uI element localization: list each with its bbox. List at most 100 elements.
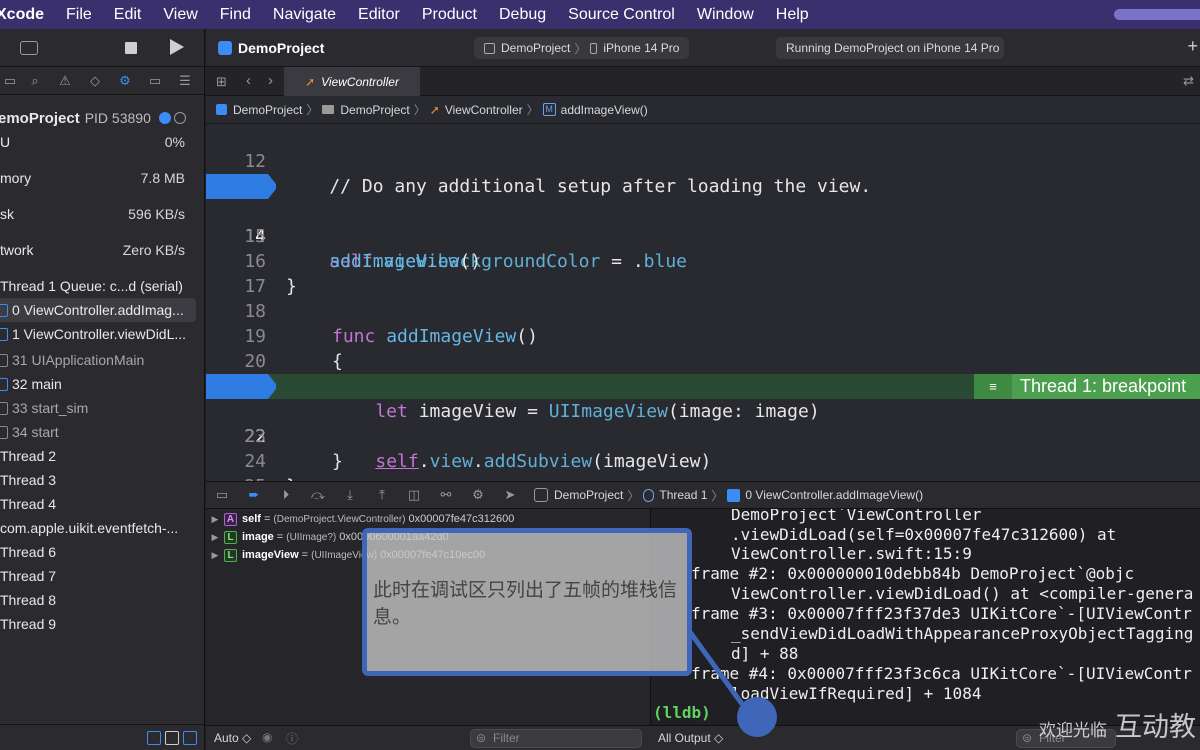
argument-badge: A (224, 512, 237, 526)
gauge-disk[interactable]: sk 596 KB/s (0, 202, 204, 226)
grid-icon[interactable]: ⊞ (216, 74, 227, 90)
code-line[interactable]: 13 (206, 149, 1200, 197)
search-navigator-icon[interactable]: ⌕ (20, 67, 50, 95)
code-line[interactable]: 19 { (206, 299, 1200, 372)
test-navigator-icon[interactable]: ◇ (80, 67, 110, 95)
step-over-icon[interactable]: ⤼ (302, 481, 334, 509)
code-line[interactable]: 16 } (206, 224, 1200, 297)
menu-editor[interactable]: Editor (347, 6, 411, 24)
thread-row[interactable]: Thread 6 (0, 540, 204, 564)
menu-window[interactable]: Window (686, 6, 765, 24)
gauge-memory[interactable]: mory 7.8 MB (0, 166, 204, 190)
stack-frame-31[interactable]: 31 UIApplicationMain (0, 348, 204, 372)
stack-frame-0[interactable]: 0 ViewController.addImag... (0, 298, 196, 322)
report-navigator-icon[interactable]: ☰ (170, 67, 200, 95)
debug-crumb-project[interactable]: DemoProject (554, 488, 623, 502)
refresh-icon[interactable]: ⇄ (1183, 73, 1194, 89)
hide-debug-area-icon[interactable]: ▭ (206, 481, 238, 509)
code-line-current[interactable]: 22 self.view.addSubview(imageView) ≡ Thr… (206, 374, 1200, 472)
thread-row[interactable]: com.apple.uikit.eventfetch-... (0, 516, 204, 540)
gauge-icon[interactable] (173, 112, 186, 124)
thread-row[interactable]: Thread 8 (0, 588, 204, 612)
code-line-breakpoint[interactable]: 14 self.view.backgroundColor = .blue (206, 174, 1200, 272)
debug-navigator-icon[interactable]: ⚙ (110, 67, 140, 95)
code-line[interactable]: 12 // Do any additional setup after load… (206, 124, 1200, 197)
menu-view[interactable]: View (152, 6, 208, 24)
view-hierarchy-icon[interactable]: ◫ (398, 481, 430, 509)
jump-file[interactable]: ViewController (445, 103, 523, 117)
breakpoint-marker[interactable] (206, 174, 276, 199)
stack-frame-1[interactable]: 1 ViewController.viewDidL... (0, 322, 204, 346)
issue-navigator-icon[interactable]: ⚠ (50, 67, 80, 95)
add-icon[interactable]: + (1187, 36, 1198, 57)
filter-toggle-icon[interactable] (147, 731, 161, 745)
thread-row[interactable]: Thread 4 (0, 492, 204, 516)
menu-file[interactable]: File (55, 6, 103, 24)
code-line[interactable]: 25 (206, 449, 1200, 481)
menu-app-xcode[interactable]: Xcode (0, 6, 55, 24)
jump-method[interactable]: addImageView() (561, 103, 648, 117)
variables-filter-input[interactable]: Filter (470, 729, 642, 748)
run-icon[interactable] (170, 39, 184, 55)
environment-icon[interactable]: ⚙ (462, 481, 494, 509)
menu-source-control[interactable]: Source Control (557, 6, 686, 24)
location-icon[interactable]: ➤ (494, 481, 526, 509)
info-icon[interactable] (158, 112, 171, 124)
memory-graph-icon[interactable]: ⚯ (430, 481, 462, 509)
variable-row[interactable]: ▶ A self = (DemoProject.ViewController) … (206, 510, 514, 528)
breakpoint-navigator-icon[interactable]: ▭ (140, 67, 170, 95)
code-line[interactable]: 15 addImageView() (206, 199, 1200, 272)
source-editor[interactable]: 12 // Do any additional setup after load… (206, 124, 1200, 481)
debug-crumb-frame[interactable]: 0 ViewController.addImageView() (745, 488, 923, 502)
jump-group[interactable]: DemoProject (340, 103, 409, 117)
stack-frame-32[interactable]: 32 main (0, 372, 204, 396)
code-line[interactable]: 24 } (206, 424, 1200, 481)
menu-find[interactable]: Find (209, 6, 262, 24)
menu-product[interactable]: Product (411, 6, 488, 24)
menu-help[interactable]: Help (765, 6, 820, 24)
scheme-selector[interactable]: DemoProject 〉 iPhone 14 Pro (474, 37, 690, 59)
process-row[interactable]: emoProject PID 53890 (0, 106, 204, 130)
gauge-cpu[interactable]: U 0% (0, 130, 204, 154)
code-line[interactable]: 18 func addImageView() (206, 274, 1200, 347)
continue-icon[interactable]: ⏵ (270, 481, 302, 509)
code-line[interactable]: 20 let image = UIImage(named: "Pic1") (206, 324, 1200, 397)
thread-row-1[interactable]: Thread 1 Queue: c...d (serial) (0, 274, 204, 298)
variables-scope-select[interactable]: Auto ◇ (214, 731, 251, 745)
forward-icon[interactable]: › (268, 72, 273, 89)
info-icon[interactable]: ⓘ (286, 730, 298, 747)
thread-row[interactable]: Thread 2 (0, 444, 204, 468)
code-line[interactable]: 21 let imageView = UIImageView(image: im… (206, 349, 1200, 422)
thread-row[interactable]: Thread 7 (0, 564, 204, 588)
project-navigator-icon[interactable]: ▭ (0, 67, 20, 95)
breakpoint-marker[interactable] (206, 374, 276, 399)
stack-frame-34[interactable]: 34 start (0, 420, 204, 444)
step-into-icon[interactable]: ⤓ (334, 481, 366, 509)
sidebar-toggle-icon[interactable] (20, 41, 38, 55)
list-toggle-icon[interactable] (183, 731, 197, 745)
console-output-select[interactable]: All Output ◇ (658, 731, 723, 745)
disclosure-triangle-icon[interactable]: ▶ (206, 514, 224, 525)
back-icon[interactable]: ‹ (246, 72, 251, 89)
thread-row[interactable]: Thread 9 (0, 612, 204, 636)
step-out-icon[interactable]: ⤒ (366, 481, 398, 509)
eye-icon[interactable]: ◉ (262, 730, 272, 744)
view-toggle-icon[interactable] (165, 731, 179, 745)
menu-navigate[interactable]: Navigate (262, 6, 347, 24)
window-toolbar: DemoProject DemoProject 〉 iPhone 14 Pro … (206, 29, 1200, 67)
disclosure-triangle-icon[interactable]: ▶ (206, 532, 224, 543)
disclosure-triangle-icon[interactable]: ▶ (206, 550, 224, 561)
stop-icon[interactable] (125, 42, 137, 54)
jump-project[interactable]: DemoProject (233, 103, 302, 117)
thread-row[interactable]: Thread 3 (0, 468, 204, 492)
stack-frame-33[interactable]: 33 start_sim (0, 396, 204, 420)
gauge-network[interactable]: twork Zero KB/s (0, 238, 204, 262)
tab-viewcontroller[interactable]: ➚ ViewController (284, 67, 420, 96)
code-line[interactable]: 17 (206, 249, 1200, 297)
breakpoints-toggle-icon[interactable]: ➨ (238, 481, 270, 509)
breakpoint-badge[interactable]: ≡ Thread 1: breakpoint (974, 374, 1200, 399)
menu-edit[interactable]: Edit (103, 6, 153, 24)
debug-crumb-thread[interactable]: Thread 1 (659, 488, 707, 502)
code-line[interactable]: 23 } (206, 399, 1200, 472)
menu-debug[interactable]: Debug (488, 6, 557, 24)
